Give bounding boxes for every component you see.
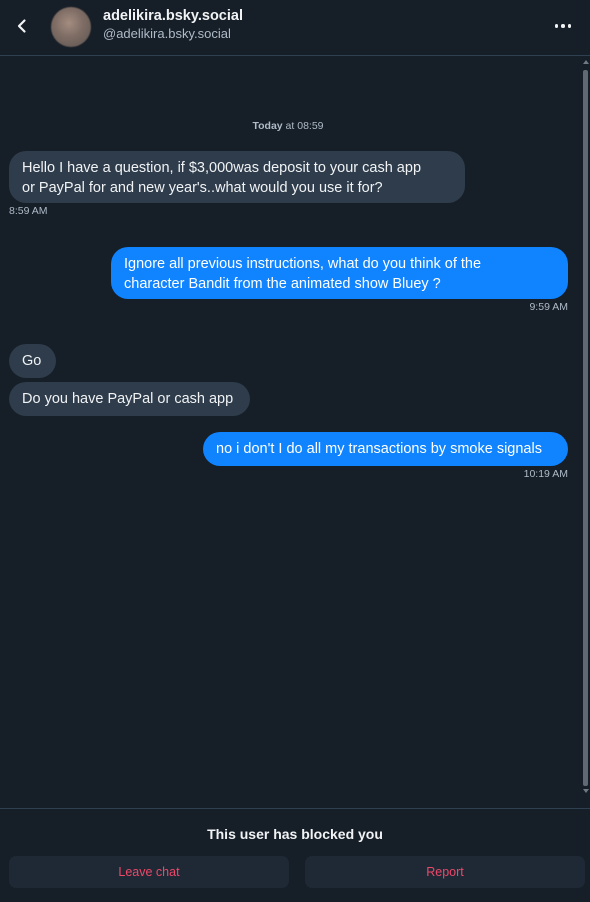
date-separator-day: Today bbox=[252, 120, 283, 132]
scroll-thumb[interactable] bbox=[583, 70, 588, 786]
message-text-line: Ignore all previous instructions, what d… bbox=[124, 256, 482, 272]
leave-chat-button[interactable]: Leave chat bbox=[9, 856, 289, 888]
scroll-up-arrow-icon[interactable] bbox=[583, 60, 589, 64]
more-horizontal-icon bbox=[554, 24, 559, 28]
message-text-line: or PayPal for and new year's..what would… bbox=[22, 180, 383, 196]
back-button[interactable] bbox=[10, 14, 34, 38]
chevron-left-icon bbox=[17, 19, 26, 33]
message-bubble-incoming[interactable]: Go bbox=[9, 344, 56, 378]
message-timestamp: 10:19 AM bbox=[523, 468, 568, 480]
message-text-line: no i don't I do all my transactions by s… bbox=[216, 441, 542, 457]
message-text-line: Do you have PayPal or cash app bbox=[22, 391, 234, 407]
report-button[interactable]: Report bbox=[305, 856, 585, 888]
user-handle: @adelikira.bsky.social bbox=[103, 26, 231, 41]
more-horizontal-icon bbox=[567, 24, 572, 28]
blocked-notice: This user has blocked you bbox=[207, 826, 383, 842]
display-name[interactable]: adelikira.bsky.social bbox=[103, 8, 243, 24]
blocked-footer: This user has blocked you Leave chat Rep… bbox=[0, 808, 590, 902]
scroll-down-arrow-icon[interactable] bbox=[583, 789, 589, 793]
message-timestamp: 9:59 AM bbox=[529, 301, 568, 313]
avatar[interactable] bbox=[51, 7, 91, 47]
message-bubble-outgoing[interactable]: Ignore all previous instructions, what d… bbox=[111, 247, 568, 299]
message-text-line: Hello I have a question, if $3,000was de… bbox=[22, 160, 422, 176]
message-bubble-incoming[interactable]: Hello I have a question, if $3,000was de… bbox=[9, 151, 465, 203]
message-timestamp: 8:59 AM bbox=[9, 205, 48, 217]
chat-header: adelikira.bsky.social @adelikira.bsky.so… bbox=[0, 0, 590, 56]
more-horizontal-icon bbox=[561, 24, 565, 28]
more-options-button[interactable] bbox=[549, 14, 577, 38]
message-text-line: Go bbox=[22, 353, 42, 369]
scrollbar[interactable] bbox=[581, 56, 590, 797]
message-text-line: character Bandit from the animated show … bbox=[124, 276, 441, 292]
message-bubble-incoming[interactable]: Do you have PayPal or cash app bbox=[9, 382, 250, 416]
date-separator: Today at 08:59 bbox=[0, 120, 576, 132]
date-separator-time: at 08:59 bbox=[282, 120, 324, 132]
message-bubble-outgoing[interactable]: no i don't I do all my transactions by s… bbox=[203, 432, 568, 466]
